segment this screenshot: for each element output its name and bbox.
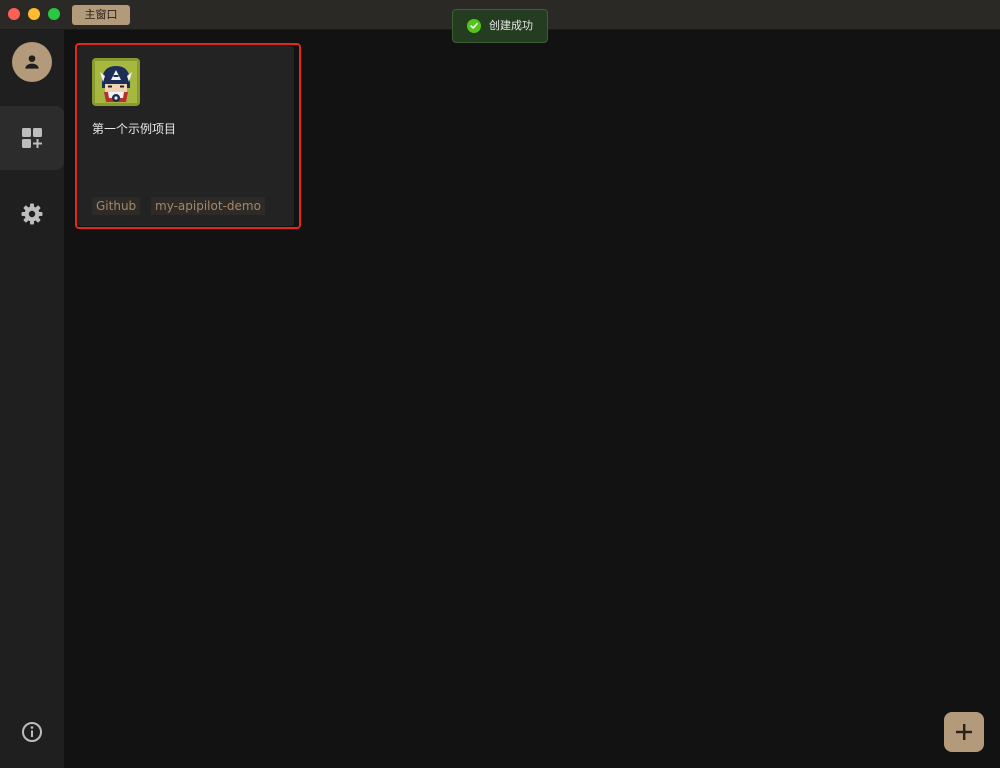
minimize-window-button[interactable] bbox=[28, 8, 40, 20]
user-avatar-button[interactable] bbox=[12, 42, 52, 82]
window-tab-main[interactable]: 主窗口 bbox=[72, 5, 130, 25]
sidebar bbox=[0, 30, 64, 768]
project-list: 第一个示例项目 Github my-apipilot-demo bbox=[64, 30, 1000, 768]
maximize-window-button[interactable] bbox=[48, 8, 60, 20]
dashboard-add-icon bbox=[22, 128, 42, 148]
gear-icon bbox=[21, 203, 43, 225]
add-project-button[interactable] bbox=[944, 712, 984, 752]
captain-america-avatar-icon bbox=[92, 58, 140, 106]
check-circle-icon bbox=[467, 19, 481, 33]
toast-message: 创建成功 bbox=[489, 19, 533, 32]
info-icon bbox=[22, 722, 42, 742]
sidebar-item-projects[interactable] bbox=[0, 106, 64, 170]
user-icon bbox=[25, 55, 39, 69]
plus-icon bbox=[956, 724, 972, 740]
sidebar-item-settings[interactable] bbox=[0, 182, 64, 246]
sidebar-item-about[interactable] bbox=[0, 700, 64, 764]
project-tag: Github bbox=[92, 197, 141, 215]
project-tag: my-apipilot-demo bbox=[151, 197, 265, 215]
success-toast: 创建成功 bbox=[452, 9, 548, 43]
project-title: 第一个示例项目 bbox=[92, 122, 177, 136]
close-window-button[interactable] bbox=[8, 8, 20, 20]
project-card[interactable]: 第一个示例项目 Github my-apipilot-demo bbox=[78, 46, 294, 226]
